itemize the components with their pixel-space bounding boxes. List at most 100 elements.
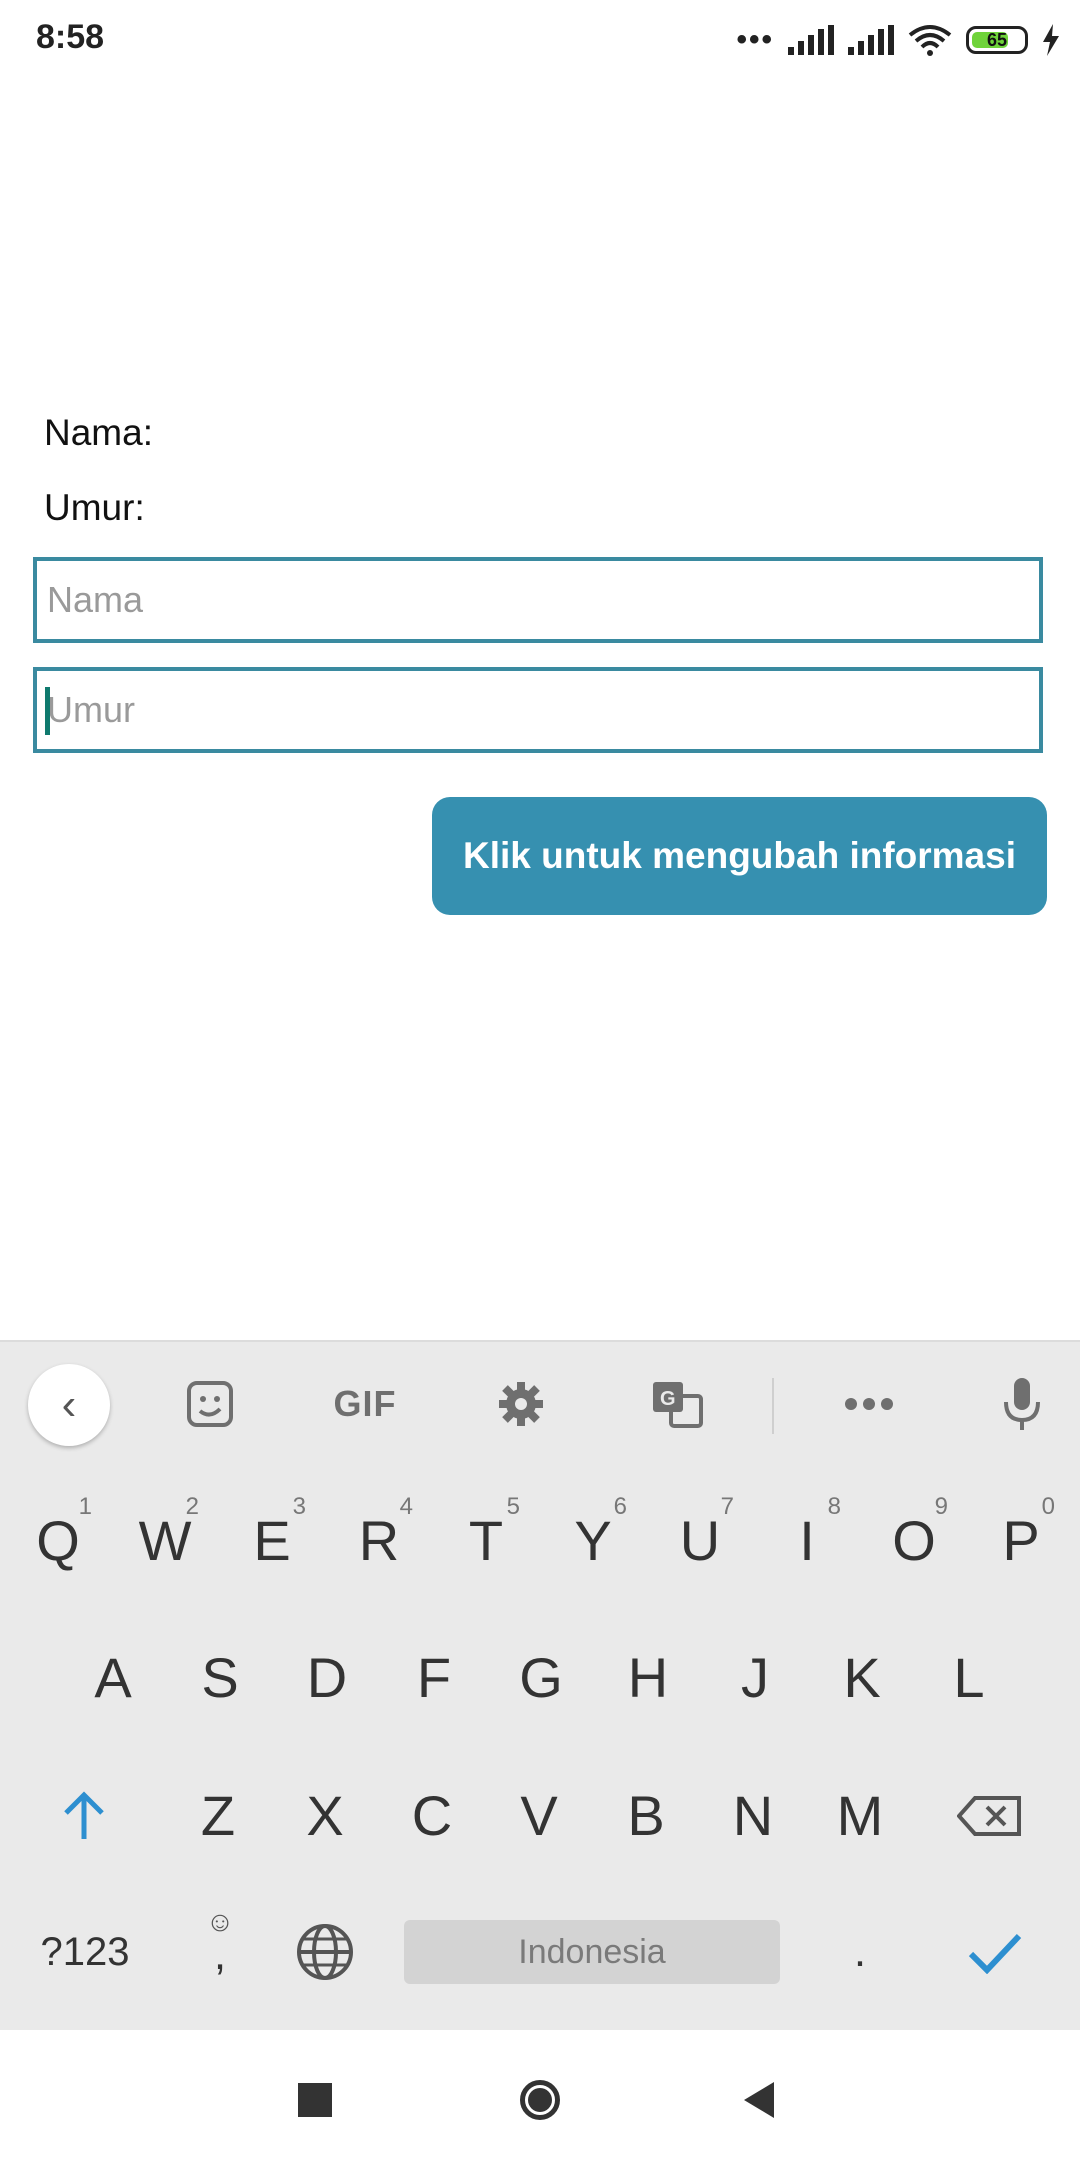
key-h[interactable]: H xyxy=(608,1632,688,1722)
key-w[interactable]: W2 xyxy=(125,1493,205,1585)
home-icon xyxy=(520,2080,560,2120)
period-key[interactable]: . xyxy=(820,1912,900,1992)
navigation-bar xyxy=(0,2030,1080,2160)
key-label: U xyxy=(679,1508,721,1572)
enter-key[interactable] xyxy=(955,1912,1035,1992)
checkmark-icon xyxy=(968,1933,1022,1974)
key-label: O xyxy=(892,1508,936,1572)
key-o[interactable]: O9 xyxy=(874,1493,954,1585)
key-hint: 1 xyxy=(78,1493,92,1520)
key-p[interactable]: P0 xyxy=(981,1493,1061,1585)
key-label: A xyxy=(94,1645,132,1709)
key-hint: 2 xyxy=(185,1493,199,1520)
key-label: B xyxy=(627,1783,665,1847)
update-info-button[interactable]: Klik untuk mengubah informasi xyxy=(432,797,1047,915)
age-input[interactable] xyxy=(37,671,1039,749)
comma-label: , xyxy=(213,1930,227,1979)
emoji-comma-key[interactable]: ☺ , xyxy=(180,1900,260,2000)
key-y[interactable]: Y6 xyxy=(553,1493,633,1585)
key-b[interactable]: B xyxy=(606,1770,686,1860)
key-q[interactable]: Q1 xyxy=(18,1493,98,1585)
mic-icon[interactable] xyxy=(982,1372,1062,1436)
symbols-key[interactable]: ?123 xyxy=(30,1912,140,1992)
space-key[interactable]: Indonesia xyxy=(404,1920,780,1984)
key-d[interactable]: D xyxy=(287,1632,367,1722)
status-time: 8:58 xyxy=(36,18,105,56)
battery-level: 65 xyxy=(986,30,1008,50)
key-i[interactable]: I8 xyxy=(767,1493,847,1585)
status-bar: 8:58 ••• 65 xyxy=(0,0,1080,80)
more-icon[interactable] xyxy=(829,1372,909,1436)
key-hint: 8 xyxy=(827,1493,841,1520)
key-x[interactable]: X xyxy=(285,1770,365,1860)
key-label: V xyxy=(520,1783,558,1847)
signal-icon xyxy=(788,25,834,55)
translate-icon[interactable]: G xyxy=(637,1372,717,1436)
key-label: Y xyxy=(574,1508,612,1572)
key-r[interactable]: R4 xyxy=(339,1493,419,1585)
key-a[interactable]: A xyxy=(73,1632,153,1722)
key-v[interactable]: V xyxy=(499,1770,579,1860)
key-c[interactable]: C xyxy=(392,1770,472,1860)
key-m[interactable]: M xyxy=(820,1770,900,1860)
signal-icon-2 xyxy=(848,25,894,55)
shift-arrow-icon xyxy=(64,1791,104,1839)
key-j[interactable]: J xyxy=(715,1632,795,1722)
key-u[interactable]: U7 xyxy=(660,1493,740,1585)
backspace-key[interactable] xyxy=(950,1776,1030,1856)
status-icons: ••• 65 xyxy=(736,20,1060,60)
key-hint: 0 xyxy=(1041,1493,1055,1520)
key-hint: 5 xyxy=(506,1493,520,1520)
gear-icon[interactable] xyxy=(481,1372,561,1436)
key-label: R xyxy=(358,1508,400,1572)
key-hint: 6 xyxy=(613,1493,627,1520)
key-label: W xyxy=(138,1508,192,1572)
key-label: P xyxy=(1002,1508,1040,1572)
key-label: N xyxy=(732,1783,774,1847)
key-label: K xyxy=(843,1645,881,1709)
key-label: S xyxy=(201,1645,239,1709)
name-label: Nama: xyxy=(44,412,153,453)
key-label: D xyxy=(306,1645,348,1709)
key-label: G xyxy=(519,1645,563,1709)
key-hint: 7 xyxy=(720,1493,734,1520)
notification-dots-icon: ••• xyxy=(736,23,774,56)
chevron-left-icon[interactable]: ‹ xyxy=(28,1364,110,1446)
key-k[interactable]: K xyxy=(822,1632,902,1722)
key-label: J xyxy=(741,1645,769,1709)
sticker-icon[interactable] xyxy=(170,1372,250,1436)
key-label: Q xyxy=(36,1508,80,1572)
globe-icon xyxy=(297,1924,353,1980)
key-f[interactable]: F xyxy=(394,1632,474,1722)
name-input[interactable] xyxy=(37,561,1039,639)
key-label: M xyxy=(836,1783,884,1847)
charging-icon xyxy=(1043,24,1059,56)
key-label: F xyxy=(416,1645,452,1709)
recents-button[interactable] xyxy=(285,2070,345,2130)
key-label: C xyxy=(411,1783,453,1847)
keyboard-toolbar: ‹ GIF G xyxy=(0,1342,1080,1466)
home-button[interactable] xyxy=(510,2070,570,2130)
key-label: H xyxy=(627,1645,669,1709)
toolbar-divider xyxy=(772,1378,774,1434)
key-z[interactable]: Z xyxy=(178,1770,258,1860)
key-label: E xyxy=(253,1508,291,1572)
name-field[interactable] xyxy=(33,557,1043,643)
gif-button[interactable]: GIF xyxy=(325,1372,405,1436)
key-l[interactable]: L xyxy=(929,1632,1009,1722)
globe-key[interactable] xyxy=(290,1912,360,1992)
key-n[interactable]: N xyxy=(713,1770,793,1860)
wifi-icon xyxy=(908,25,952,56)
key-label: I xyxy=(799,1508,815,1572)
back-button[interactable] xyxy=(730,2070,790,2130)
shift-key[interactable] xyxy=(44,1776,124,1856)
key-hint: 3 xyxy=(292,1493,306,1520)
key-t[interactable]: T5 xyxy=(446,1493,526,1585)
key-e[interactable]: E3 xyxy=(232,1493,312,1585)
key-s[interactable]: S xyxy=(180,1632,260,1722)
age-field[interactable] xyxy=(33,667,1043,753)
key-g[interactable]: G xyxy=(501,1632,581,1722)
key-hint: 9 xyxy=(934,1493,948,1520)
age-label: Umur: xyxy=(44,487,145,528)
key-label: Z xyxy=(200,1783,236,1847)
